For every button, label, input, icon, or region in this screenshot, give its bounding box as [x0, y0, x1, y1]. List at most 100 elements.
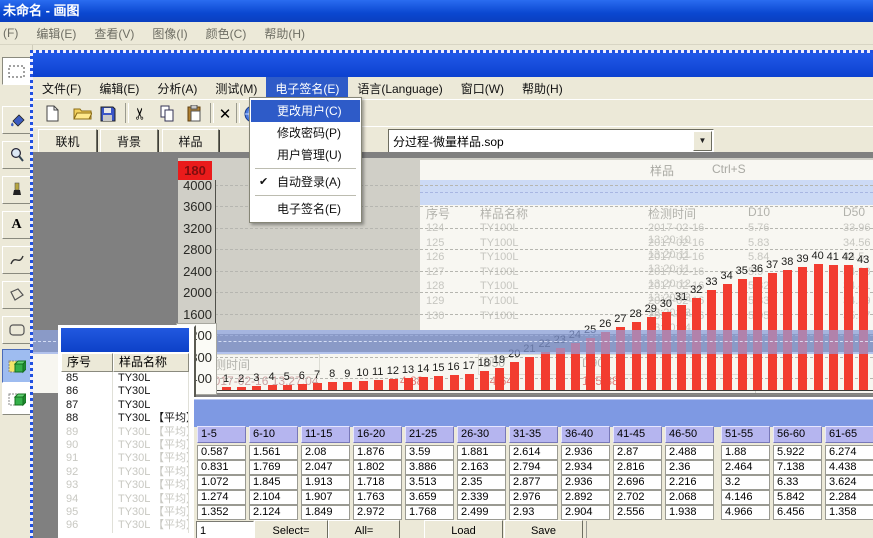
panel-cell[interactable]: 2.702 [613, 490, 662, 505]
panel-cell[interactable]: 2.934 [561, 460, 610, 475]
panel-cell[interactable]: 2.104 [249, 490, 298, 505]
opaque-selection-option-button[interactable] [2, 349, 31, 383]
panel-cell[interactable]: 2.068 [665, 490, 714, 505]
online-button[interactable]: 联机 [38, 129, 97, 153]
panel-column-header[interactable]: 26-30 [457, 426, 506, 443]
open-button[interactable] [71, 103, 93, 124]
panel-column-header[interactable]: 1-5 [197, 426, 246, 443]
app-menu-window[interactable]: 窗口(W) [452, 77, 513, 100]
panel-column-header[interactable]: 61-65 [825, 426, 873, 443]
panel-column-header[interactable]: 36-40 [561, 426, 610, 443]
paint-menu-colors[interactable]: 颜色(C) [197, 25, 256, 42]
transparent-selection-option-button[interactable] [2, 383, 31, 415]
panel-cell[interactable]: 1.763 [353, 490, 402, 505]
sample-row[interactable]: 88 TY30L 【平均】 [61, 412, 189, 425]
new-doc-button[interactable] [41, 103, 63, 124]
panel-cell[interactable]: 1.561 [249, 445, 298, 460]
panel-cell[interactable]: 2.696 [613, 475, 662, 490]
panel-cell[interactable]: 1.849 [301, 505, 350, 520]
panel-cell[interactable]: 5.922 [773, 445, 822, 460]
paste-button[interactable] [183, 103, 205, 124]
panel-cell[interactable]: 6.33 [773, 475, 822, 490]
panel-cell[interactable]: 5.842 [773, 490, 822, 505]
panel-cell[interactable]: 2.08 [301, 445, 350, 460]
paint-menu-view[interactable]: 查看(V) [85, 25, 143, 42]
panel-cell[interactable]: 3.2 [721, 475, 770, 490]
panel-cell[interactable]: 2.794 [509, 460, 558, 475]
menu-item-esignature[interactable]: 电子签名(E) [251, 198, 360, 220]
delete-button[interactable]: ✕ [214, 103, 236, 124]
app-titlebar[interactable] [33, 53, 873, 77]
copy-button[interactable] [156, 103, 178, 124]
panel-cell[interactable]: 3.624 [825, 475, 873, 490]
polygon-tool-button[interactable] [2, 281, 31, 309]
panel-cell[interactable]: 2.464 [721, 460, 770, 475]
menu-item-change-user[interactable]: 更改用户(C) [251, 100, 360, 122]
background-button[interactable]: 背景 [100, 129, 158, 153]
panel-cell[interactable]: 2.163 [457, 460, 506, 475]
paint-menu-file[interactable]: (F) [0, 26, 27, 40]
panel-cell[interactable]: 4.438 [825, 460, 873, 475]
sample-col-index[interactable]: 序号 [61, 353, 113, 372]
app-menu-analysis[interactable]: 分析(A) [148, 77, 206, 100]
menu-item-auto-login[interactable]: ✔ 自动登录(A) [251, 171, 360, 193]
panel-cell[interactable]: 1.768 [405, 505, 454, 520]
panel-cell[interactable]: 1.358 [825, 505, 873, 520]
panel-cell[interactable]: 2.36 [665, 460, 714, 475]
app-menu-edit[interactable]: 编辑(E) [90, 77, 148, 100]
menu-item-change-password[interactable]: 修改密码(P) [251, 122, 360, 144]
panel-cell[interactable]: 2.976 [509, 490, 558, 505]
index-input[interactable] [196, 521, 254, 538]
panel-cell[interactable]: 1.88 [721, 445, 770, 460]
sample-row[interactable]: 85 TY30L [61, 372, 189, 385]
sample-list-titlebar[interactable] [61, 328, 189, 352]
panel-cell[interactable]: 1.352 [197, 505, 246, 520]
panel-cell[interactable]: 2.488 [665, 445, 714, 460]
combobox-dropdown-button[interactable]: ▼ [693, 131, 712, 151]
rounded-rect-tool-button[interactable] [2, 316, 31, 344]
panel-cell[interactable]: 2.936 [561, 475, 610, 490]
panel-column-header[interactable]: 31-35 [509, 426, 558, 443]
sample-col-name[interactable]: 样品名称 [113, 353, 189, 372]
menu-item-user-management[interactable]: 用户管理(U) [251, 144, 360, 166]
panel-cell[interactable]: 1.913 [301, 475, 350, 490]
panel-column-header[interactable]: 51-55 [721, 426, 770, 443]
panel-cell[interactable]: 2.87 [613, 445, 662, 460]
panel-cell[interactable]: 3.59 [405, 445, 454, 460]
panel-cell[interactable]: 1.274 [197, 490, 246, 505]
cut-button[interactable]: ✂ [130, 103, 151, 125]
panel-cell[interactable]: 6.274 [825, 445, 873, 460]
panel-cell[interactable]: 1.845 [249, 475, 298, 490]
panel-cell[interactable]: 4.966 [721, 505, 770, 520]
app-menu-language[interactable]: 语言(Language) [348, 77, 451, 100]
panel-cell[interactable]: 1.718 [353, 475, 402, 490]
save-button[interactable] [97, 103, 119, 124]
fill-tool-button[interactable] [2, 106, 31, 134]
panel-cell[interactable]: 3.659 [405, 490, 454, 505]
app-menu-help[interactable]: 帮助(H) [513, 77, 572, 100]
panel-cell[interactable]: 2.936 [561, 445, 610, 460]
panel-column-header[interactable]: 16-20 [353, 426, 402, 443]
rect-select-tool-button[interactable] [2, 57, 31, 85]
panel-cell[interactable]: 2.93 [509, 505, 558, 520]
brush-tool-button[interactable] [2, 176, 31, 204]
paint-menu-image[interactable]: 图像(I) [143, 25, 196, 42]
sop-combobox[interactable]: 分过程-微量样品.sop ▼ [388, 129, 714, 153]
panel-cell[interactable]: 0.831 [197, 460, 246, 475]
panel-column-header[interactable]: 11-15 [301, 426, 350, 443]
panel-cell[interactable]: 0.587 [197, 445, 246, 460]
paint-menu-edit[interactable]: 编辑(E) [27, 25, 85, 42]
panel-cell[interactable]: 1.881 [457, 445, 506, 460]
all-button[interactable]: All= [328, 520, 400, 538]
curve-tool-button[interactable] [2, 246, 31, 274]
panel-column-header[interactable]: 41-45 [613, 426, 662, 443]
paint-titlebar[interactable]: 未命名 - 画图 [0, 0, 873, 22]
panel-cell[interactable]: 2.892 [561, 490, 610, 505]
app-menu-file[interactable]: 文件(F) [33, 77, 90, 100]
magnifier-tool-button[interactable] [2, 141, 31, 169]
panel-cell[interactable]: 2.339 [457, 490, 506, 505]
panel-cell[interactable]: 3.513 [405, 475, 454, 490]
panel-cell[interactable]: 2.124 [249, 505, 298, 520]
panel-cell[interactable]: 3.886 [405, 460, 454, 475]
text-tool-button[interactable]: A [2, 211, 31, 239]
